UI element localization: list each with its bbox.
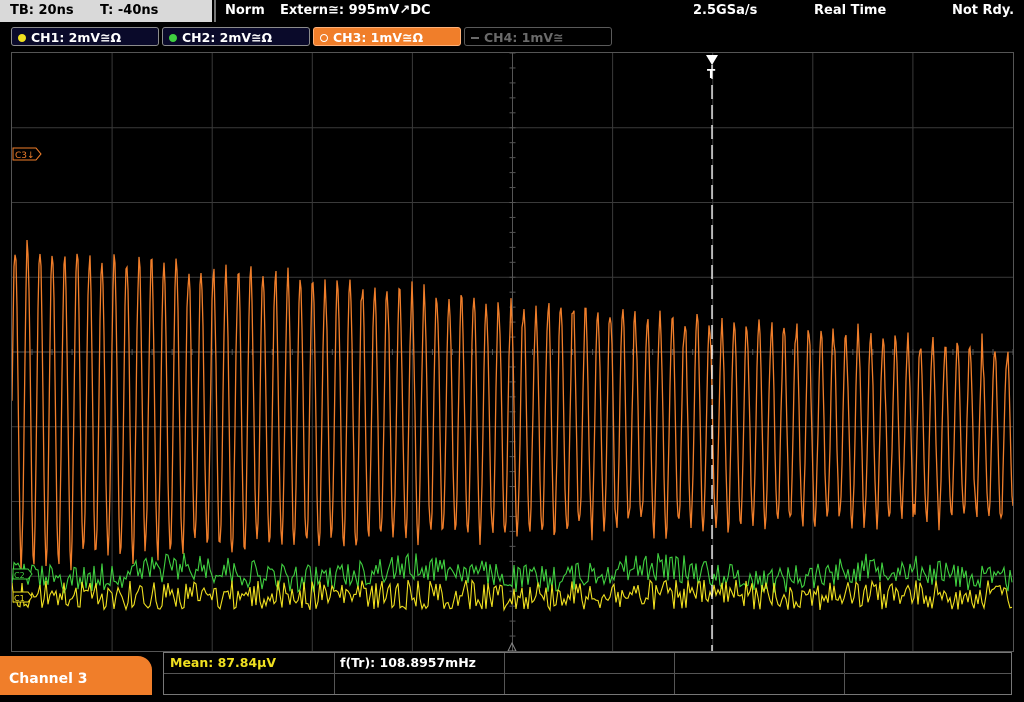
channel-3-label: CH3: 1mV≅Ω bbox=[333, 30, 424, 45]
channel-1-offset-marker[interactable]: C1 bbox=[12, 591, 33, 603]
timebase-panel[interactable]: TB: 20ns T: -40ns bbox=[0, 0, 212, 22]
channel-3-offset-marker[interactable]: C3↓ bbox=[12, 147, 42, 161]
measurement-panel[interactable]: Mean: 87.84µV f(Tr): 108.8957mHz bbox=[163, 652, 1012, 695]
channel-1-marker-label: C1 bbox=[14, 594, 25, 603]
waveform-plot[interactable]: T C3↓ C2 C1 bbox=[12, 53, 1013, 651]
mean-measurement: Mean: 87.84µV bbox=[170, 655, 277, 670]
trigger-mode[interactable]: Norm bbox=[225, 0, 265, 22]
measurement-row bbox=[164, 653, 1011, 674]
tab-channel-4[interactable]: CH4: 1mV≅ bbox=[464, 27, 612, 46]
channel-2-offset-marker[interactable]: C2 bbox=[12, 568, 33, 580]
channel-1-indicator-icon bbox=[18, 34, 26, 42]
measurement-divider bbox=[504, 653, 505, 694]
channel-4-label: CH4: 1mV≅ bbox=[484, 30, 564, 45]
channel-4-indicator-icon bbox=[471, 37, 479, 39]
status-divider bbox=[214, 0, 216, 22]
measurement-divider bbox=[674, 653, 675, 694]
selected-channel-button[interactable]: Channel 3 bbox=[0, 656, 152, 695]
frequency-measurement: f(Tr): 108.8957mHz bbox=[340, 655, 476, 670]
bottom-bar: Channel 3 Mean: 87.84µV f(Tr): 108.8957m… bbox=[0, 652, 1024, 695]
trigger-source[interactable]: Extern≅: 995mV↗DC bbox=[280, 0, 431, 22]
sample-rate[interactable]: 2.5GSa/s bbox=[693, 0, 757, 22]
acquisition-state: Not Rdy. bbox=[952, 3, 1015, 18]
tab-channel-3[interactable]: CH3: 1mV≅Ω bbox=[313, 27, 461, 46]
timebase-value: TB: 20ns bbox=[10, 3, 74, 18]
trigger-position-marker-icon[interactable] bbox=[706, 55, 718, 65]
tab-channel-2[interactable]: CH2: 2mV≅Ω bbox=[162, 27, 310, 46]
channel-2-label: CH2: 2mV≅Ω bbox=[182, 30, 273, 45]
channel-2-marker-label: C2 bbox=[14, 571, 25, 580]
trigger-t-icon: T bbox=[707, 67, 716, 81]
channel-1-label: CH1: 2mV≅Ω bbox=[31, 30, 122, 45]
waveform-display[interactable]: T C3↓ C2 C1 bbox=[11, 52, 1014, 652]
channel-3-indicator-icon bbox=[320, 34, 328, 42]
trigger-offset-value: T: -40ns bbox=[100, 3, 159, 18]
tab-channel-1[interactable]: CH1: 2mV≅Ω bbox=[11, 27, 159, 46]
measurement-divider bbox=[334, 653, 335, 694]
channel-3-marker-label: C3↓ bbox=[15, 151, 35, 161]
channel-2-indicator-icon bbox=[169, 34, 177, 42]
acquisition-mode[interactable]: Real Time bbox=[814, 0, 886, 22]
status-bar: TB: 20ns T: -40ns Norm Extern≅: 995mV↗DC… bbox=[0, 0, 1024, 24]
measurement-divider bbox=[844, 653, 845, 694]
